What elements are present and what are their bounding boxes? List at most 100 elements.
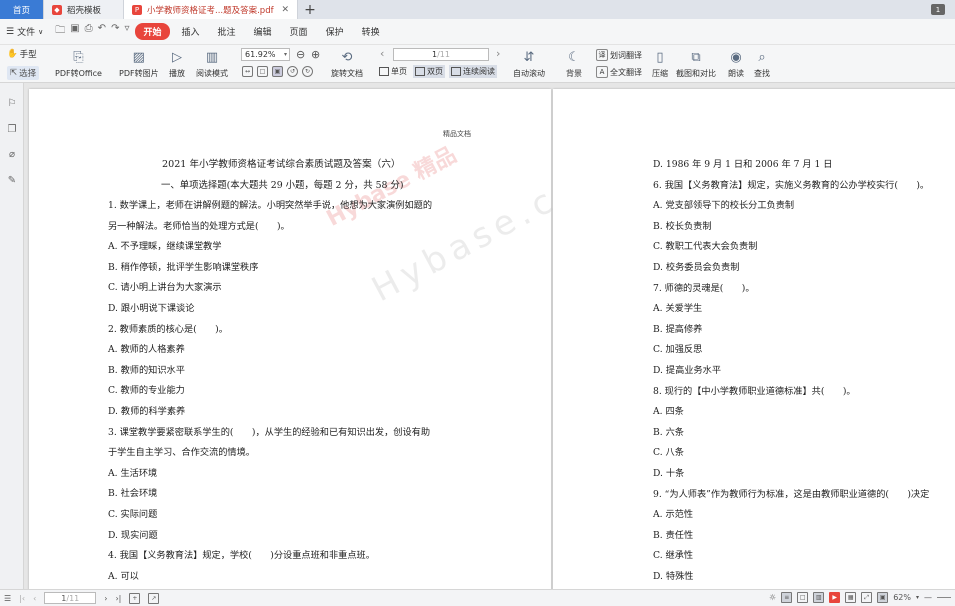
customize-icon[interactable]: ▿ bbox=[124, 23, 129, 40]
double-page-button[interactable]: 双页 bbox=[413, 65, 445, 78]
thumbnail-icon[interactable]: ❐ bbox=[6, 123, 18, 135]
auto-scroll-button[interactable]: ⇵ 自动滚动 bbox=[513, 48, 545, 79]
document-line: B. 稍作停顿，批评学生影响课堂秩序 bbox=[108, 261, 259, 273]
rotate-left-icon[interactable]: ↺ bbox=[287, 66, 298, 77]
zoom-in-icon[interactable]: ⊕ bbox=[311, 48, 320, 61]
last-page-icon[interactable]: ›| bbox=[115, 594, 121, 603]
find-button[interactable]: ⌕ 查找 bbox=[753, 48, 771, 79]
document-line: A. 示范性 bbox=[653, 509, 694, 521]
fit-icon[interactable]: ▦ bbox=[845, 592, 857, 603]
fullscreen-icon[interactable]: ⤢ bbox=[861, 592, 873, 603]
next-page-icon[interactable]: › bbox=[104, 594, 107, 603]
close-icon[interactable]: ✕ bbox=[281, 5, 289, 15]
background-button[interactable]: ☾ 背景 bbox=[565, 48, 583, 79]
signature-icon[interactable]: ✎ bbox=[6, 174, 18, 186]
document-viewport[interactable]: 精品文档 Hybase 精品 Hybase.com 2021 年小学教师资格证考… bbox=[24, 83, 955, 589]
rotate-doc-icon: ⟲ bbox=[341, 49, 353, 65]
sidebar-toggle-icon[interactable]: ☰ bbox=[4, 594, 11, 603]
play-button[interactable]: ▷ 播放 bbox=[168, 48, 186, 79]
attachment-icon[interactable]: ⌀ bbox=[6, 148, 18, 160]
open-folder-icon[interactable]: 🗀 bbox=[55, 23, 65, 40]
page-title: 2021 年小学教师资格证考试综合素质试题及答案（六） bbox=[162, 159, 401, 170]
fit-page-icon[interactable]: □ bbox=[257, 66, 268, 77]
prev-page-icon[interactable]: ‹ bbox=[380, 47, 384, 60]
search-icon: ⌕ bbox=[758, 49, 766, 65]
document-line: C. 请小明上讲台为大家演示 bbox=[108, 282, 222, 294]
full-translate-icon: A bbox=[596, 66, 608, 78]
compress-label: 压缩 bbox=[652, 69, 668, 78]
chevron-down-icon[interactable]: ▾ bbox=[916, 594, 919, 601]
document-line: A. 教师的人格素养 bbox=[108, 344, 185, 356]
print-icon[interactable]: ⎙ bbox=[85, 23, 93, 40]
moon-icon: ☾ bbox=[568, 49, 580, 65]
undo-icon[interactable]: ↶ bbox=[98, 23, 106, 40]
pdf-to-office-button[interactable]: ⎘ PDF转Office bbox=[55, 48, 102, 79]
status-zoom-value[interactable]: 62% bbox=[893, 593, 911, 602]
read-mode-button[interactable]: ▥ 阅读模式 bbox=[196, 48, 228, 79]
save-icon[interactable]: ▣ bbox=[70, 23, 79, 40]
background-label: 背景 bbox=[566, 69, 582, 78]
new-tab-button[interactable]: + bbox=[298, 0, 322, 19]
fit-width-icon[interactable]: ↔ bbox=[242, 66, 253, 77]
zoom-out-icon[interactable]: ⊖ bbox=[296, 48, 305, 61]
status-page-total: /11 bbox=[66, 593, 80, 603]
select-tool[interactable]: ⇱ 选择 bbox=[7, 66, 40, 80]
menu-annotate[interactable]: 批注 bbox=[212, 23, 242, 40]
window-count-badge[interactable]: 1 bbox=[931, 4, 945, 15]
full-translate-button[interactable]: A 全文翻译 bbox=[596, 66, 642, 78]
page-number-input[interactable]: 1/11 bbox=[393, 48, 489, 61]
prev-page-icon[interactable]: ‹ bbox=[33, 594, 36, 603]
menu-page[interactable]: 页面 bbox=[284, 23, 314, 40]
menu-protect[interactable]: 保护 bbox=[320, 23, 350, 40]
ribbon-toolbar: ✋ 手型 ⇱ 选择 ⎘ PDF转Office ▨ PDF转图片 ▷ 播放 ▥ 阅读模… bbox=[0, 45, 955, 83]
tab-template[interactable]: ◆ 稻壳模板 bbox=[44, 0, 124, 19]
compress-button[interactable]: ▯ 压缩 bbox=[651, 48, 669, 79]
document-line: 9. “为人师表”作为教师行为标准，这是由教师职业道德的( )决定 bbox=[653, 488, 930, 500]
single-view-icon[interactable]: □ bbox=[797, 592, 809, 603]
bookmark-icon[interactable]: ⚐ bbox=[6, 97, 18, 109]
actual-size-icon[interactable]: ▣ bbox=[877, 592, 889, 603]
word-translate-button[interactable]: 译划词翻译 bbox=[596, 49, 642, 61]
redo-icon[interactable]: ↷ bbox=[111, 23, 119, 40]
rotate-document-button[interactable]: ⟲ 旋转文档 bbox=[331, 48, 363, 79]
double-view-icon[interactable]: ▥ bbox=[813, 592, 825, 603]
screenshot-compare-button[interactable]: ⧉ 截图和对比 bbox=[676, 48, 716, 79]
menu-convert[interactable]: 转换 bbox=[356, 23, 386, 40]
pdf-to-image-label: PDF转图片 bbox=[119, 69, 159, 78]
hand-tool[interactable]: ✋ 手型 bbox=[7, 48, 37, 60]
menu-start[interactable]: 开始 bbox=[135, 23, 170, 40]
document-line: C. 教职工代表大会负责制 bbox=[653, 241, 758, 253]
continuous-view-icon[interactable]: ≡ bbox=[781, 592, 793, 603]
select-label: 选择 bbox=[19, 69, 37, 79]
read-aloud-button[interactable]: ◉ 朗读 bbox=[727, 48, 745, 79]
zoom-out-icon[interactable]: — bbox=[924, 593, 932, 602]
tab-home[interactable]: 首页 bbox=[0, 0, 44, 19]
next-page-icon[interactable]: › bbox=[496, 47, 500, 60]
document-line: A. 不予理睬，继续课堂教学 bbox=[108, 241, 222, 253]
add-page-icon[interactable]: + bbox=[129, 592, 141, 604]
tab-pdf-document[interactable]: P 小学教师资格证考...题及答案.pdf ✕ bbox=[124, 0, 298, 19]
document-line: B. 社会环境 bbox=[108, 488, 158, 500]
pdf-page-2: D. 1986 年 9 月 1 日和 2006 年 7 月 1 日 6. 我国【义… bbox=[553, 89, 955, 589]
continuous-read-button[interactable]: 连续阅读 bbox=[449, 65, 497, 78]
pdf-to-image-button[interactable]: ▨ PDF转图片 bbox=[119, 48, 159, 79]
menu-edit[interactable]: 编辑 bbox=[248, 23, 278, 40]
actual-size-icon[interactable]: ▣ bbox=[272, 66, 283, 77]
file-menu[interactable]: ☰ 文件 ∨ bbox=[6, 25, 43, 39]
status-page-input[interactable]: 1/11 bbox=[44, 592, 97, 604]
play-icon[interactable]: ▶ bbox=[829, 592, 841, 603]
extract-page-icon[interactable]: ↗ bbox=[148, 592, 160, 604]
left-sidebar: ⚐ ❐ ⌀ ✎ bbox=[0, 83, 24, 589]
first-page-icon[interactable]: |‹ bbox=[19, 594, 25, 603]
page-header: 精品文档 bbox=[443, 130, 471, 138]
zoom-select[interactable]: 61.92% ▾ bbox=[241, 48, 290, 61]
menu-insert[interactable]: 插入 bbox=[176, 23, 206, 40]
eye-protect-icon[interactable]: ☼ bbox=[769, 593, 776, 602]
pdf-convert-icon: ⎘ bbox=[73, 49, 84, 65]
word-translate-label: 划词翻译 bbox=[610, 50, 642, 60]
document-line: D. 现实问题 bbox=[108, 529, 158, 541]
single-page-button[interactable]: 单页 bbox=[377, 65, 409, 78]
document-line: C. 继承性 bbox=[653, 550, 694, 562]
rotate-right-icon[interactable]: ↻ bbox=[302, 66, 313, 77]
zoom-slider[interactable] bbox=[937, 597, 951, 598]
